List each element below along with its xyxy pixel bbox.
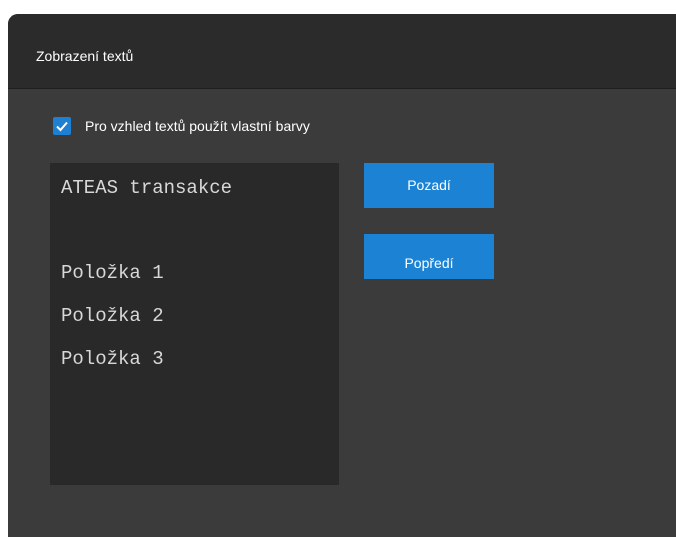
custom-colors-option[interactable]: Pro vzhled textů použít vlastní barvy — [53, 115, 310, 137]
background-color-button[interactable]: Pozadí — [364, 163, 494, 208]
custom-colors-checkbox[interactable] — [53, 117, 71, 135]
custom-colors-label: Pro vzhled textů použít vlastní barvy — [85, 118, 310, 134]
section-title: Zobrazení textů — [36, 48, 134, 64]
preview-item-line: Položka 3 — [61, 348, 164, 370]
section-header: Zobrazení textů — [8, 14, 676, 89]
settings-panel: Zobrazení textů Pro vzhled textů použít … — [8, 14, 676, 537]
foreground-color-button[interactable]: Popředí — [364, 234, 494, 279]
text-preview-box: ATEAS transakce Položka 1 Položka 2 Polo… — [50, 163, 339, 485]
preview-item-line: Položka 1 — [61, 262, 164, 284]
preview-item-line: Položka 2 — [61, 305, 164, 327]
preview-title-line: ATEAS transakce — [61, 177, 233, 199]
checkmark-icon — [56, 121, 68, 132]
